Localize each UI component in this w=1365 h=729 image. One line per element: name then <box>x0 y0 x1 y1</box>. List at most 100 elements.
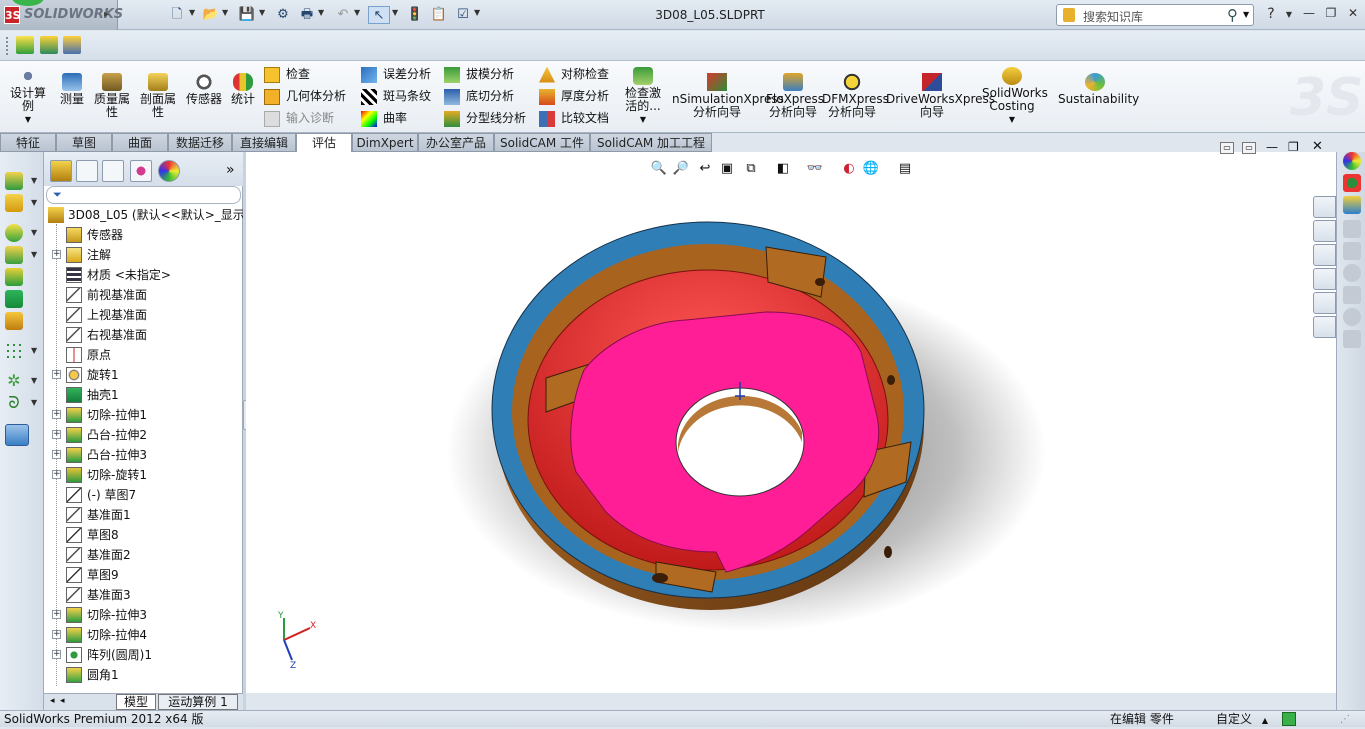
sustainability-button[interactable]: Sustainability <box>1058 73 1139 106</box>
graphics-area[interactable]: 🔍 🔎 ↩ ▣ ⧉ ◧ 👓 ◐ 🌐 ▤ <box>246 152 1336 693</box>
tab-sketch[interactable]: 草图 <box>56 133 112 152</box>
tree-item[interactable]: 抽壳1 <box>44 385 243 405</box>
loft-icon[interactable] <box>5 268 23 286</box>
tree-root[interactable]: 3D08_L05 (默认<<默认>_显示状态 1>) <box>44 205 295 225</box>
curves-dropdown-icon[interactable]: ▼ <box>31 376 37 385</box>
tree-item[interactable]: 材质 <未指定> <box>44 265 243 285</box>
decals-icon[interactable] <box>1343 196 1361 214</box>
new-dropdown-icon[interactable]: ▼ <box>189 8 197 17</box>
featuremanager-tab-icon[interactable] <box>50 160 72 182</box>
floxpress-button[interactable]: FloXpress 分析向导 <box>766 73 824 119</box>
toolbar-tool-2-icon[interactable] <box>40 36 58 54</box>
new-document-icon[interactable]: 🗋 <box>166 6 188 24</box>
tool-2-icon[interactable] <box>1343 242 1361 260</box>
expand-icon[interactable]: + <box>52 370 61 379</box>
tool-3-icon[interactable] <box>1343 264 1361 282</box>
tab-solidcam-stock[interactable]: SolidCAM 工件 <box>494 133 590 152</box>
design-study-button[interactable]: 设计算例 ▼ <box>6 67 50 126</box>
configurationmanager-tab-icon[interactable] <box>102 160 124 182</box>
feature-filter-input[interactable]: ⏷ <box>46 186 241 204</box>
minimize-icon[interactable]: — <box>1300 6 1318 22</box>
expand-icon[interactable]: + <box>52 430 61 439</box>
expand-icon[interactable]: + <box>52 650 61 659</box>
undo-dropdown-icon[interactable]: ▼ <box>354 8 362 17</box>
viewport-restore-icon[interactable]: ❐ <box>1288 140 1299 154</box>
revolve-dropdown-icon[interactable]: ▼ <box>31 228 37 237</box>
solidworks-resources-icon[interactable] <box>1313 196 1336 218</box>
search-box[interactable]: 搜索知识库 ⚲ ▼ <box>1056 4 1254 26</box>
tree-item[interactable]: 上视基准面 <box>44 305 243 325</box>
section-view-icon[interactable]: ▣ <box>718 160 736 178</box>
tree-item[interactable]: + 切除-拉伸3 <box>44 605 243 625</box>
import-diagnostics-button[interactable]: 输入诊断 <box>264 108 334 128</box>
tab-office-products[interactable]: 办公室产品 <box>418 133 494 152</box>
curvature-button[interactable]: 曲率 <box>361 108 407 128</box>
open-dropdown-icon[interactable]: ▼ <box>222 8 230 17</box>
propertymanager-tab-icon[interactable] <box>76 160 98 182</box>
instant3d-icon[interactable] <box>5 424 29 446</box>
tree-item[interactable]: + 切除-旋转1 <box>44 465 243 485</box>
zoom-to-fit-icon[interactable]: 🔍 <box>650 160 668 178</box>
expand-icon[interactable]: + <box>52 250 61 259</box>
cut-dropdown-icon[interactable]: ▼ <box>31 198 37 207</box>
hide-show-items-icon[interactable]: 👓 <box>806 160 824 178</box>
units-selector[interactable]: 自定义 ▲ <box>1216 711 1268 729</box>
search-dropdown-icon[interactable]: ▼ <box>1243 10 1249 19</box>
tree-item[interactable]: + 凸台-拉伸2 <box>44 425 243 445</box>
viewport-split-icon[interactable]: ▭ <box>1242 142 1256 154</box>
appearances-scenes-icon[interactable] <box>1313 292 1336 314</box>
save-icon[interactable]: 💾 <box>236 6 258 24</box>
tab-direct-edit[interactable]: 直接编辑 <box>232 133 296 152</box>
tree-item[interactable]: 草图8 <box>44 525 243 545</box>
file-properties-icon[interactable]: 📋 <box>428 6 450 24</box>
check-active-document-button[interactable]: 检查激活的... ▼ <box>620 67 666 126</box>
revolve-icon[interactable] <box>5 224 23 242</box>
view-palette-icon[interactable] <box>1313 268 1336 290</box>
draft-analysis-button[interactable]: 拔模分析 <box>444 64 514 84</box>
thickness-analysis-button[interactable]: 厚度分析 <box>539 86 609 106</box>
curves-icon[interactable]: ✲ <box>5 372 23 390</box>
sweep-icon[interactable] <box>5 246 23 264</box>
tree-item[interactable]: + 切除-拉伸1 <box>44 405 243 425</box>
select-icon[interactable]: ↖ <box>368 6 390 24</box>
tab-motion-study-1[interactable]: 运动算例 1 <box>158 694 238 710</box>
tree-item[interactable]: 基准面3 <box>44 585 243 605</box>
tool-1-icon[interactable] <box>1343 220 1361 238</box>
undercut-analysis-button[interactable]: 底切分析 <box>444 86 514 106</box>
expand-icon[interactable]: + <box>52 610 61 619</box>
logo-arrow-icon[interactable]: ▸ <box>104 9 109 20</box>
pattern-dropdown-icon[interactable]: ▼ <box>31 346 37 355</box>
design-library-icon[interactable] <box>1313 220 1336 242</box>
tree-item[interactable]: 基准面2 <box>44 545 243 565</box>
sweep-dropdown-icon[interactable]: ▼ <box>31 250 37 259</box>
tab-surfaces[interactable]: 曲面 <box>112 133 168 152</box>
dfmxpress-button[interactable]: DFMXpress 分析向导 <box>822 73 889 119</box>
driveworksxpress-button[interactable]: DriveWorksXpress 向导 <box>886 73 995 119</box>
zoom-to-area-icon[interactable]: 🔎 <box>672 160 690 178</box>
search-input[interactable]: 搜索知识库 <box>1083 8 1143 25</box>
viewport-minimize-icon[interactable]: — <box>1266 140 1278 154</box>
tree-item[interactable]: + 凸台-拉伸3 <box>44 445 243 465</box>
options-icon[interactable]: ⚙ <box>272 6 294 24</box>
search-icon[interactable]: ⚲ <box>1227 6 1238 24</box>
solidworks-logo[interactable]: 3S SOLIDWORKS ▸ <box>0 0 123 30</box>
tree-item[interactable]: 原点 <box>44 345 243 365</box>
costing-button[interactable]: SolidWorks Costing ▼ <box>982 67 1048 126</box>
parting-line-analysis-button[interactable]: 分型线分析 <box>444 108 526 128</box>
expand-icon[interactable]: + <box>52 450 61 459</box>
toolbar-tool-1-icon[interactable] <box>16 36 34 54</box>
tree-item[interactable]: + 注解 <box>44 245 243 265</box>
tree-item[interactable]: + 切除-拉伸4 <box>44 625 243 645</box>
undo-icon[interactable]: ↶ <box>332 6 354 24</box>
rebuild-icon[interactable]: 🚦 <box>404 6 426 24</box>
display-style-icon[interactable]: ◧ <box>774 160 792 178</box>
save-dropdown-icon[interactable]: ▼ <box>259 8 267 17</box>
print-icon[interactable]: 🖶 <box>296 6 318 24</box>
tree-item[interactable]: + 阵列(圆周)1 <box>44 645 243 665</box>
statistics-button[interactable]: 统计 <box>228 73 258 106</box>
linear-pattern-icon[interactable] <box>5 342 23 360</box>
zebra-stripes-button[interactable]: 斑马条纹 <box>361 86 431 106</box>
open-icon[interactable]: 📂 <box>200 6 222 24</box>
expand-icon[interactable]: + <box>52 410 61 419</box>
cut-extrude-icon[interactable] <box>5 194 23 212</box>
